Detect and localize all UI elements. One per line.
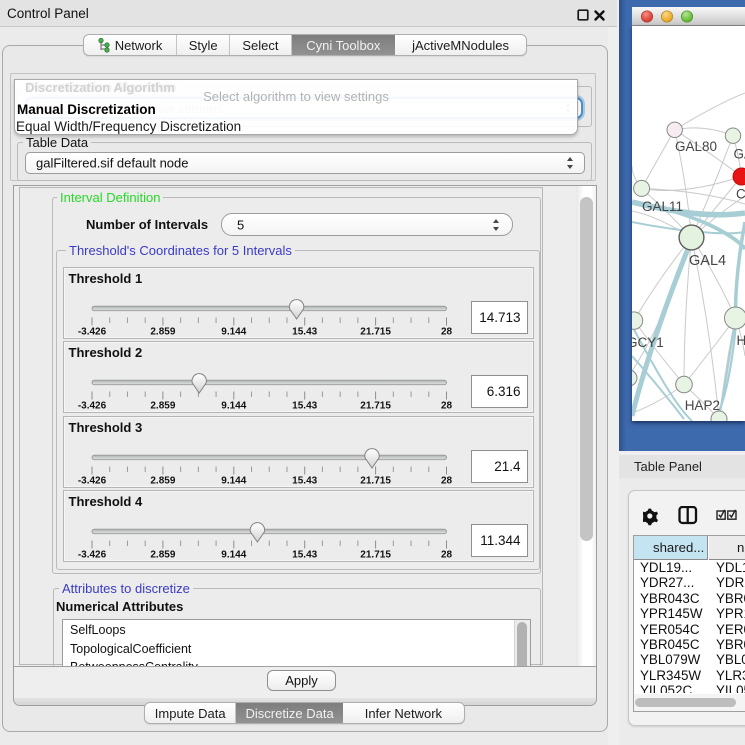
svg-text:28: 28	[441, 550, 453, 561]
svg-text:9.144: 9.144	[221, 550, 246, 561]
svg-text:GCY1: GCY1	[632, 335, 664, 350]
svg-text:15.43: 15.43	[292, 475, 317, 486]
svg-text:-3.426: -3.426	[78, 401, 107, 412]
svg-text:9.144: 9.144	[221, 475, 246, 486]
svg-text:2.859: 2.859	[150, 327, 175, 338]
svg-text:15.43: 15.43	[292, 550, 317, 561]
svg-text:-3.426: -3.426	[78, 550, 107, 561]
svg-text:21.715: 21.715	[360, 327, 391, 338]
svg-text:28: 28	[441, 475, 453, 486]
svg-text:GAL3: GAL3	[734, 147, 745, 162]
svg-text:21.715: 21.715	[360, 401, 391, 412]
svg-text:HIS4: HIS4	[737, 333, 745, 348]
svg-text:GAL11: GAL11	[642, 199, 683, 214]
svg-text:-3.426: -3.426	[78, 327, 107, 338]
svg-text:HAP2: HAP2	[685, 398, 720, 413]
svg-text:21.715: 21.715	[360, 550, 391, 561]
svg-text:9.144: 9.144	[221, 401, 246, 412]
svg-text:9.144: 9.144	[221, 327, 246, 338]
svg-text:28: 28	[441, 401, 453, 412]
svg-text:GAL4: GAL4	[689, 253, 726, 269]
svg-text:-3.426: -3.426	[78, 475, 107, 486]
svg-text:28: 28	[441, 327, 453, 338]
svg-text:15.43: 15.43	[292, 327, 317, 338]
svg-text:2.859: 2.859	[150, 401, 175, 412]
svg-text:21.715: 21.715	[360, 475, 391, 486]
svg-text:2.859: 2.859	[150, 550, 175, 561]
svg-text:CDC1: CDC1	[736, 187, 745, 202]
svg-text:2.859: 2.859	[150, 475, 175, 486]
svg-text:15.43: 15.43	[292, 401, 317, 412]
svg-text:GAL80: GAL80	[675, 139, 717, 154]
